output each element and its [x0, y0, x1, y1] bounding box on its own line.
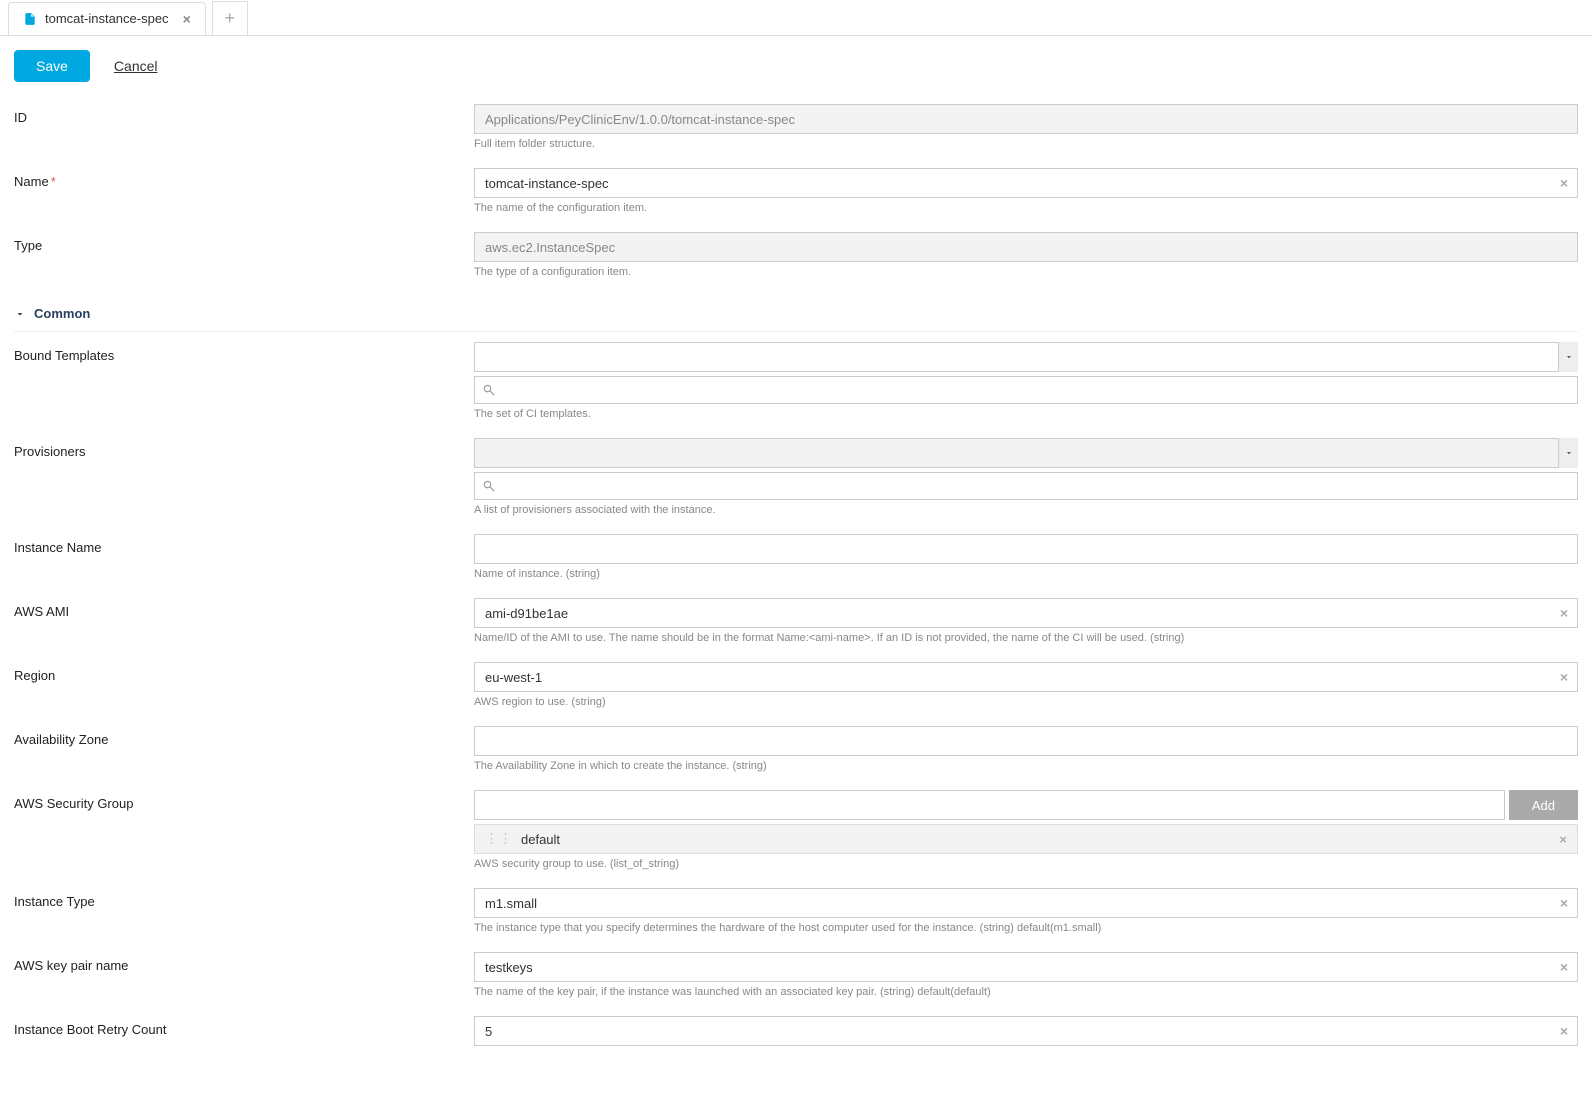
- tab-title: tomcat-instance-spec: [45, 11, 169, 26]
- provisioners-search[interactable]: [474, 472, 1578, 500]
- hint-aws-ami: Name/ID of the AMI to use. The name shou…: [474, 632, 1578, 644]
- hint-provisioners: A list of provisioners associated with t…: [474, 504, 1578, 516]
- name-field[interactable]: [474, 168, 1578, 198]
- boot-retry-field[interactable]: [474, 1016, 1578, 1046]
- add-tab-button[interactable]: +: [212, 1, 248, 35]
- label-instance-name: Instance Name: [14, 534, 474, 555]
- cancel-link[interactable]: Cancel: [114, 58, 158, 74]
- security-group-tag[interactable]: ⋮⋮ default ×: [474, 824, 1578, 854]
- instance-type-field[interactable]: [474, 888, 1578, 918]
- chevron-down-icon: [14, 308, 26, 320]
- clear-icon[interactable]: ×: [1560, 895, 1568, 911]
- label-key-pair: AWS key pair name: [14, 952, 474, 973]
- label-type: Type: [14, 232, 474, 253]
- file-icon: [23, 11, 37, 27]
- key-pair-field[interactable]: [474, 952, 1578, 982]
- hint-instance-name: Name of instance. (string): [474, 568, 1578, 580]
- label-id: ID: [14, 104, 474, 125]
- search-icon: [482, 479, 496, 493]
- instance-name-field[interactable]: [474, 534, 1578, 564]
- close-icon[interactable]: ×: [183, 11, 191, 27]
- hint-bound-templates: The set of CI templates.: [474, 408, 1578, 420]
- required-indicator: *: [51, 174, 56, 189]
- region-field[interactable]: [474, 662, 1578, 692]
- hint-region: AWS region to use. (string): [474, 696, 1578, 708]
- aws-ami-field[interactable]: [474, 598, 1578, 628]
- hint-id: Full item folder structure.: [474, 138, 1578, 150]
- remove-tag-icon[interactable]: ×: [1559, 832, 1567, 847]
- clear-icon[interactable]: ×: [1560, 959, 1568, 975]
- hint-instance-type: The instance type that you specify deter…: [474, 922, 1578, 934]
- id-field: [474, 104, 1578, 134]
- label-availability-zone: Availability Zone: [14, 726, 474, 747]
- bound-templates-select[interactable]: [474, 342, 1578, 372]
- hint-key-pair: The name of the key pair, if the instanc…: [474, 986, 1578, 998]
- label-bound-templates: Bound Templates: [14, 342, 474, 363]
- label-aws-ami: AWS AMI: [14, 598, 474, 619]
- hint-availability-zone: The Availability Zone in which to create…: [474, 760, 1578, 772]
- bound-templates-search[interactable]: [474, 376, 1578, 404]
- label-security-group: AWS Security Group: [14, 790, 474, 811]
- tab-tomcat-instance-spec[interactable]: tomcat-instance-spec ×: [8, 2, 206, 35]
- hint-name: The name of the configuration item.: [474, 202, 1578, 214]
- clear-icon[interactable]: ×: [1560, 669, 1568, 685]
- hint-type: The type of a configuration item.: [474, 266, 1578, 278]
- label-name: Name: [14, 174, 49, 189]
- clear-icon[interactable]: ×: [1560, 1023, 1568, 1039]
- type-field: [474, 232, 1578, 262]
- clear-icon[interactable]: ×: [1560, 175, 1568, 191]
- security-group-tag-text: default: [521, 832, 560, 847]
- security-group-field[interactable]: [474, 790, 1505, 820]
- provisioners-select[interactable]: [474, 438, 1578, 468]
- label-provisioners: Provisioners: [14, 438, 474, 459]
- label-instance-type: Instance Type: [14, 888, 474, 909]
- search-icon: [482, 383, 496, 397]
- clear-icon[interactable]: ×: [1560, 605, 1568, 621]
- add-security-group-button[interactable]: Add: [1509, 790, 1578, 820]
- section-common-header[interactable]: Common: [14, 296, 1578, 332]
- hint-security-group: AWS security group to use. (list_of_stri…: [474, 858, 1578, 870]
- label-boot-retry: Instance Boot Retry Count: [14, 1016, 474, 1037]
- availability-zone-field[interactable]: [474, 726, 1578, 756]
- drag-handle-icon[interactable]: ⋮⋮: [485, 831, 513, 847]
- label-region: Region: [14, 662, 474, 683]
- section-common-title: Common: [34, 306, 90, 321]
- save-button[interactable]: Save: [14, 50, 90, 82]
